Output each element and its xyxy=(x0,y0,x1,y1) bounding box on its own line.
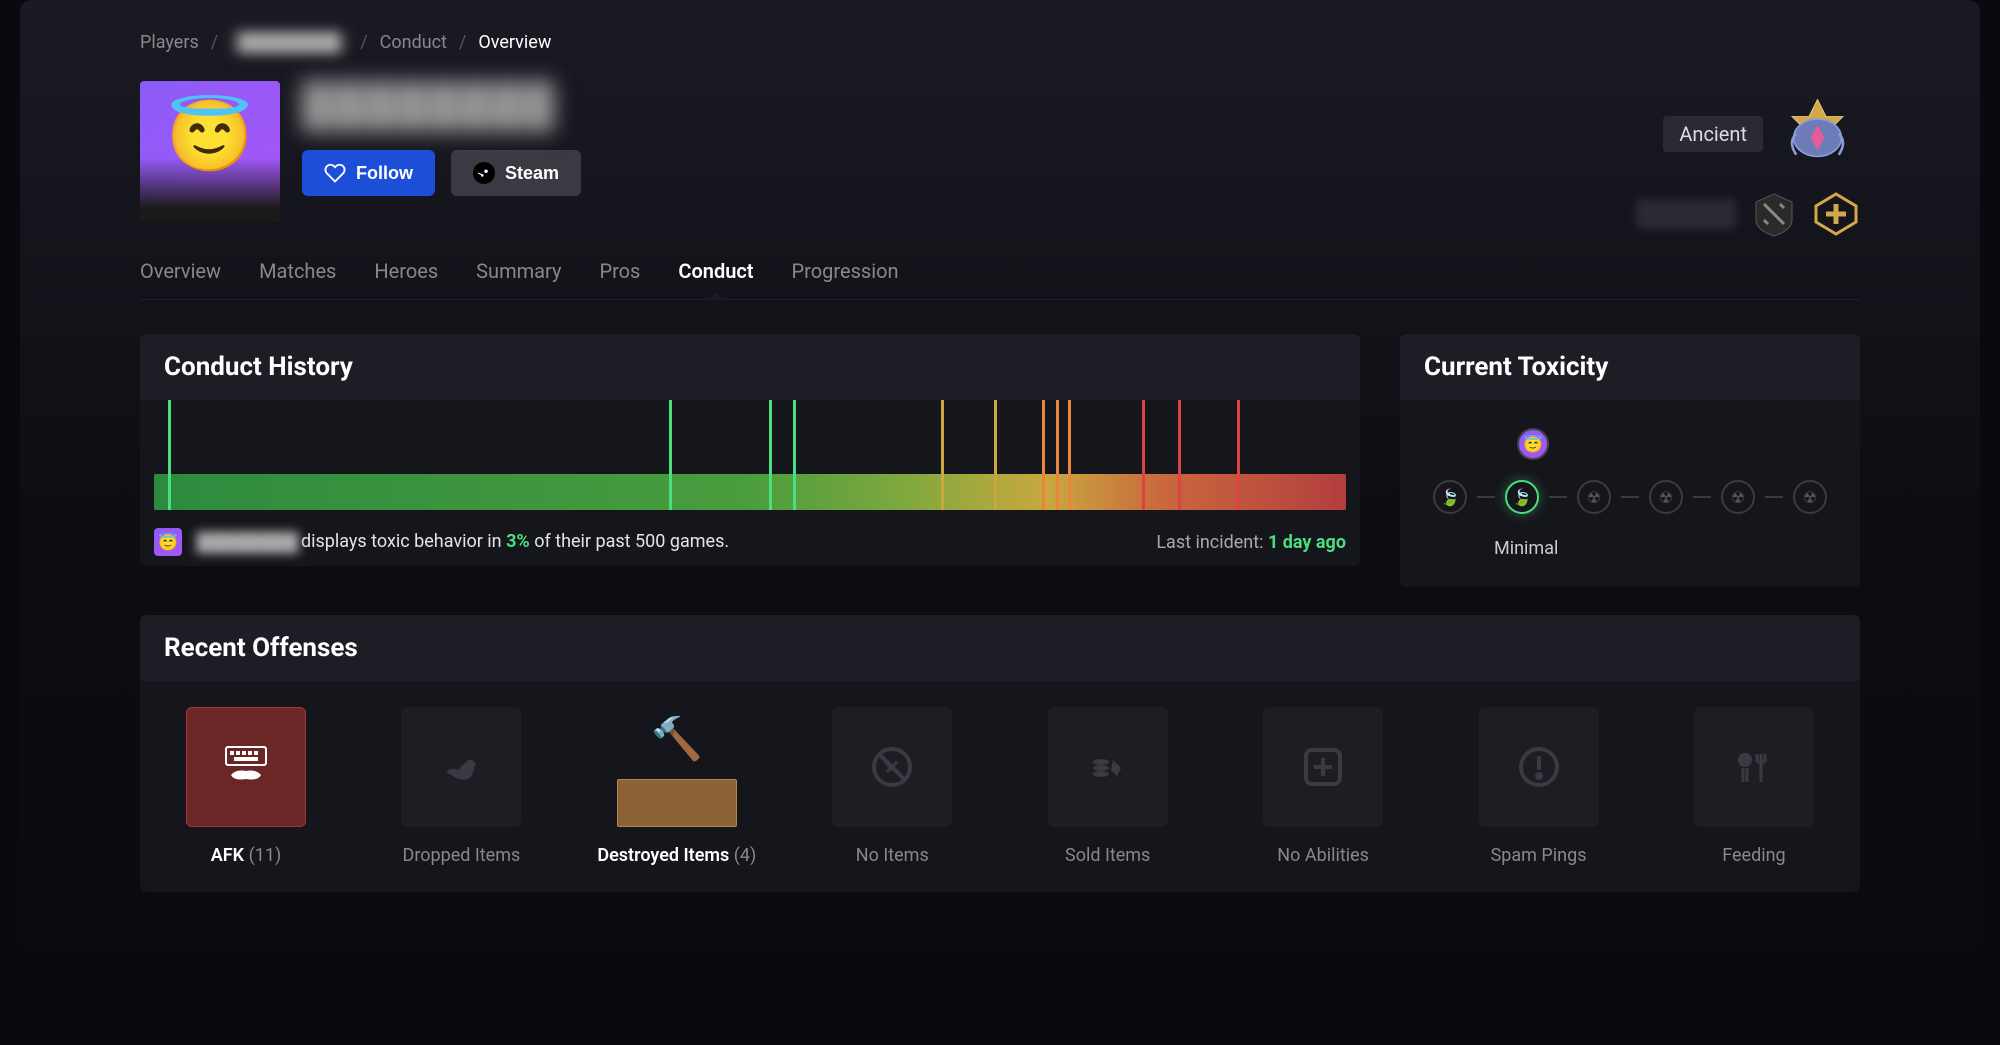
rank-medal-icon xyxy=(1775,91,1860,176)
offense-afk[interactable]: AFK (11) xyxy=(166,707,326,866)
steam-icon xyxy=(473,162,495,184)
noitems-icon xyxy=(832,707,952,827)
toxicity-level-1: 🍃 xyxy=(1505,480,1539,514)
conduct-spike xyxy=(1068,400,1071,510)
summary-prefix: displays toxic behavior in xyxy=(301,531,502,552)
follow-label: Follow xyxy=(356,163,413,184)
conduct-spike xyxy=(1237,400,1240,510)
conduct-spike xyxy=(941,400,944,510)
offense-sold-items[interactable]: Sold Items xyxy=(1028,707,1188,866)
mini-avatar-icon: 😇 xyxy=(154,528,182,556)
offense-destroyed-items[interactable]: 🔨 Destroyed Items (4) xyxy=(597,707,757,866)
toxicity-marker: 😇 xyxy=(1517,428,1549,460)
conduct-spike xyxy=(1056,400,1059,510)
conduct-history-title: Conduct History xyxy=(164,352,1336,382)
conduct-spike xyxy=(1142,400,1145,510)
recent-offenses-title: Recent Offenses xyxy=(164,633,1836,663)
keyboard-icon xyxy=(186,707,306,827)
toxicity-level-3: ☢ xyxy=(1649,480,1683,514)
rank-label: Ancient xyxy=(1663,116,1763,152)
toxicity-dash xyxy=(1693,496,1711,498)
summary-player-name: ████████ xyxy=(196,532,296,553)
breadcrumb-sep: / xyxy=(360,32,367,53)
toxicity-title: Current Toxicity xyxy=(1424,352,1836,382)
offense-label: Spam Pings xyxy=(1491,845,1587,866)
offense-feeding[interactable]: Feeding xyxy=(1674,707,1834,866)
dota-badge-icon xyxy=(1750,190,1798,238)
breadcrumb-players[interactable]: Players xyxy=(140,32,199,53)
breadcrumb-sep: / xyxy=(211,32,218,53)
tab-summary[interactable]: Summary xyxy=(476,259,561,283)
destroy-icon: 🔨 xyxy=(617,707,737,827)
offense-label: Feeding xyxy=(1722,845,1785,866)
last-incident: Last incident: 1 day ago xyxy=(1156,532,1346,553)
conduct-gradient-bar xyxy=(154,474,1346,510)
plus-badge-icon xyxy=(1812,190,1860,238)
summary-suffix: of their past 500 games. xyxy=(534,531,729,552)
recent-offenses-panel: Recent Offenses AFK (11) Dropped Items 🔨 De… xyxy=(140,615,1860,892)
tab-heroes[interactable]: Heroes xyxy=(374,259,438,283)
last-incident-value: 1 day ago xyxy=(1268,532,1346,553)
toxicity-dash xyxy=(1621,496,1639,498)
last-incident-label: Last incident: xyxy=(1156,532,1263,553)
steam-label: Steam xyxy=(505,163,559,184)
conduct-history-chart xyxy=(140,400,1360,510)
tab-conduct[interactable]: Conduct xyxy=(678,259,753,283)
toxicity-level-label: Minimal xyxy=(1494,538,1840,559)
conduct-spike xyxy=(1178,400,1181,510)
sold-icon xyxy=(1048,707,1168,827)
breadcrumb-player-name[interactable]: ████████ xyxy=(230,32,348,53)
toxicity-avatar-icon: 😇 xyxy=(1517,428,1549,460)
tabs: Overview Matches Heroes Summary Pros Conduct P… xyxy=(140,259,1860,300)
breadcrumb-current: Overview xyxy=(478,32,551,53)
toxicity-dash xyxy=(1765,496,1783,498)
toxicity-level-4: ☢ xyxy=(1721,480,1755,514)
tab-overview[interactable]: Overview xyxy=(140,259,221,283)
toxicity-dash xyxy=(1549,496,1567,498)
offense-label: No Abilities xyxy=(1277,845,1369,866)
breadcrumb-conduct[interactable]: Conduct xyxy=(380,32,447,53)
conduct-history-panel: Conduct History 😇 ████████ displays toxi… xyxy=(140,334,1360,566)
player-name: ████████ xyxy=(302,81,1860,130)
offense-label: Sold Items xyxy=(1065,845,1150,866)
steam-button[interactable]: Steam xyxy=(451,150,581,196)
offense-label: Destroyed Items (4) xyxy=(597,845,756,866)
conduct-spike xyxy=(168,400,171,510)
heart-icon xyxy=(324,162,346,184)
toxicity-dash xyxy=(1477,496,1495,498)
login-cta-blur[interactable] xyxy=(1636,199,1736,229)
toxicity-panel: Current Toxicity 😇 🍃 🍃 ☢ ☢ ☢ ☢ Minimal xyxy=(1400,334,1860,587)
offense-spam-pings[interactable]: Spam Pings xyxy=(1459,707,1619,866)
toxicity-level-5: ☢ xyxy=(1793,480,1827,514)
conduct-spike xyxy=(769,400,772,510)
tab-matches[interactable]: Matches xyxy=(259,259,336,283)
toxicity-level-2: ☢ xyxy=(1577,480,1611,514)
conduct-spike xyxy=(793,400,796,510)
offense-label: Dropped Items xyxy=(403,845,521,866)
ping-icon xyxy=(1479,707,1599,827)
toxicity-scale: 🍃 🍃 ☢ ☢ ☢ ☢ xyxy=(1420,480,1840,514)
summary-percent: 3% xyxy=(506,531,530,552)
follow-button[interactable]: Follow xyxy=(302,150,435,196)
feeding-icon xyxy=(1694,707,1814,827)
offense-no-items[interactable]: No Items xyxy=(812,707,972,866)
drop-icon xyxy=(401,707,521,827)
conduct-summary: 😇 ████████ displays toxic behavior in 3%… xyxy=(154,528,729,556)
tab-progression[interactable]: Progression xyxy=(792,259,899,283)
offense-label: AFK (11) xyxy=(211,845,281,866)
offense-no-abilities[interactable]: No Abilities xyxy=(1243,707,1403,866)
noabilities-icon xyxy=(1263,707,1383,827)
conduct-spike xyxy=(669,400,672,510)
offense-label: No Items xyxy=(856,845,929,866)
player-avatar[interactable] xyxy=(140,81,280,221)
breadcrumb-sep: / xyxy=(459,32,466,53)
conduct-spike xyxy=(1042,400,1045,510)
toxicity-level-0: 🍃 xyxy=(1433,480,1467,514)
tab-pros[interactable]: Pros xyxy=(599,259,640,283)
conduct-spike xyxy=(994,400,997,510)
profile-header: ████████ Follow Steam Ancie xyxy=(140,81,1860,221)
breadcrumb: Players / ████████ / Conduct / Overview xyxy=(140,32,1860,53)
offense-dropped-items[interactable]: Dropped Items xyxy=(381,707,541,866)
